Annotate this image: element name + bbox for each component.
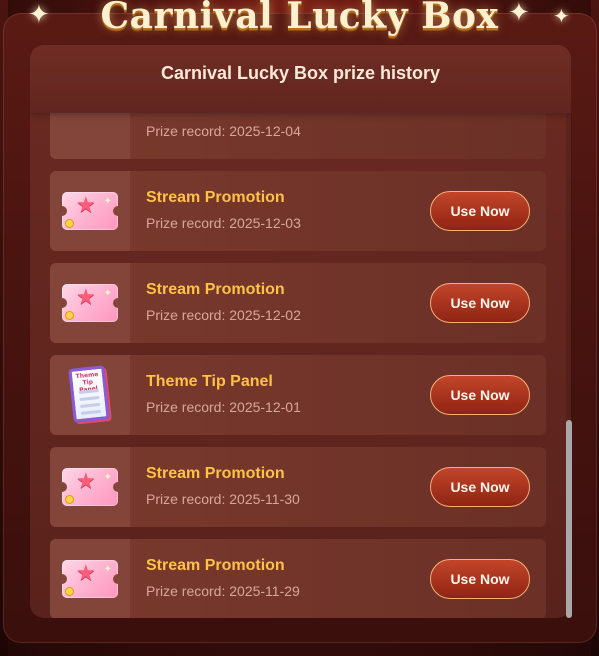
prize-record-row: ★ ✦ Stream Promotion Prize record: 2025-… (50, 171, 546, 251)
history-header: Carnival Lucky Box prize history (30, 45, 571, 113)
prize-record-row: ★ ✦ Stream Promotion Prize record: 2025-… (50, 539, 546, 618)
prize-list-viewport[interactable]: Prize record: 2025-12-04 ★ ✦ Stream Prom… (30, 113, 571, 618)
use-now-button[interactable]: Use Now (430, 559, 530, 599)
prize-thumbnail: ★ ✦ (50, 263, 130, 343)
prize-record-row: Theme Tip Panel Theme Tip Panel Prize re… (50, 355, 546, 435)
banner-title: Carnival Lucky Box (100, 0, 499, 37)
history-title: Carnival Lucky Box prize history (160, 63, 441, 83)
prize-date: Prize record: 2025-12-01 (146, 399, 301, 415)
sparkle-icon: ✦ (28, 0, 50, 30)
prize-thumbnail: ★ ✦ (50, 539, 130, 618)
prize-name: Stream Promotion (146, 189, 285, 206)
prize-record-row: ★ ✦ Stream Promotion Prize record: 2025-… (50, 447, 546, 527)
sparkle-icon: ✦ (553, 4, 570, 28)
prize-thumbnail: ★ ✦ (50, 447, 130, 527)
lucky-box-screen: Carnival Lucky Box ✦ ✦ ✦ Carnival Lucky … (0, 0, 599, 656)
stream-promotion-ticket-icon: ★ ✦ (57, 560, 123, 598)
use-now-button[interactable]: Use Now (430, 375, 530, 415)
prize-record-row: Prize record: 2025-12-04 (50, 113, 546, 159)
use-now-button[interactable]: Use Now (430, 191, 530, 231)
use-now-button[interactable]: Use Now (430, 467, 530, 507)
scrollbar-thumb[interactable] (566, 420, 572, 618)
stream-promotion-ticket-icon: ★ ✦ (57, 284, 123, 322)
prize-name: Stream Promotion (146, 465, 285, 482)
prize-name: Stream Promotion (146, 557, 285, 574)
history-panel: Carnival Lucky Box prize history Prize r… (30, 45, 571, 618)
stream-promotion-ticket-icon: ★ ✦ (57, 192, 123, 230)
prize-date: Prize record: 2025-11-30 (146, 491, 300, 507)
stream-promotion-ticket-icon: ★ ✦ (57, 468, 123, 506)
prize-date: Prize record: 2025-12-04 (146, 123, 301, 139)
prize-name: Stream Promotion (146, 281, 285, 298)
prize-thumbnail (50, 113, 130, 159)
prize-date: Prize record: 2025-12-03 (146, 215, 301, 231)
prize-date: Prize record: 2025-12-02 (146, 307, 301, 323)
prize-date: Prize record: 2025-11-29 (146, 583, 300, 599)
use-now-button[interactable]: Use Now (430, 283, 530, 323)
prize-thumbnail: Theme Tip Panel (50, 355, 130, 435)
prize-name: Theme Tip Panel (146, 373, 273, 390)
prize-record-row: ★ ✦ Stream Promotion Prize record: 2025-… (50, 263, 546, 343)
prize-thumbnail: ★ ✦ (50, 171, 130, 251)
prize-list: Prize record: 2025-12-04 ★ ✦ Stream Prom… (50, 113, 546, 618)
theme-tip-panel-icon: Theme Tip Panel (68, 365, 110, 423)
sparkle-icon: ✦ (508, 0, 530, 28)
